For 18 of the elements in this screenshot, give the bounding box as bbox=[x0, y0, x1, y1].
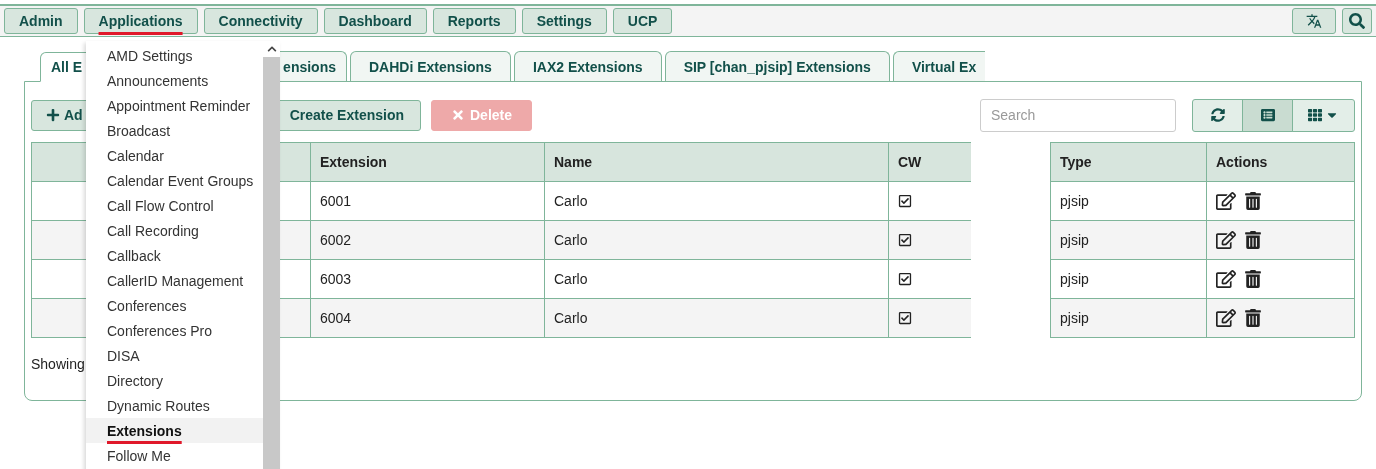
table-cell: pjsip bbox=[1050, 221, 1206, 260]
table-cell: Carlo bbox=[544, 182, 888, 221]
table-cell: pjsip bbox=[1050, 299, 1206, 338]
table-cell: 6003 bbox=[310, 260, 544, 299]
header-cell: Type bbox=[1050, 142, 1206, 182]
table-cell: Carlo bbox=[544, 260, 888, 299]
header-cell: Actions bbox=[1206, 142, 1355, 182]
table-cell: Carlo bbox=[544, 221, 888, 260]
table-cell: Carlo bbox=[544, 299, 888, 338]
header-cell: Extension bbox=[310, 142, 544, 182]
header-cell: CW bbox=[888, 142, 971, 182]
table-cell: 6004 bbox=[310, 299, 544, 338]
table-cell: pjsip bbox=[1050, 182, 1206, 221]
table-cell: pjsip bbox=[1050, 260, 1206, 299]
table-cell: 6002 bbox=[310, 221, 544, 260]
showing-text: Showing bbox=[31, 356, 85, 372]
table-cell: 6001 bbox=[310, 182, 544, 221]
header-cell: Name bbox=[544, 142, 888, 182]
